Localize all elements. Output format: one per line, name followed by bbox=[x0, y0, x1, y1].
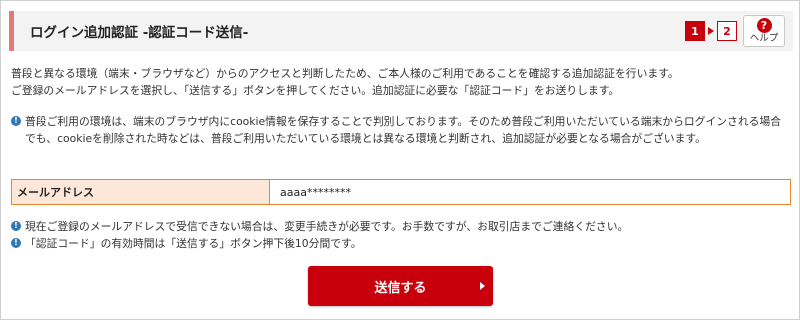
step-1-badge: 1 bbox=[685, 21, 705, 41]
info-icon: ! bbox=[11, 238, 21, 248]
email-change-notice-text: 現在ご登録のメールアドレスで受信できない場合は、変更手続きが必要です。お手数です… bbox=[25, 220, 629, 233]
email-change-notice: ! 現在ご登録のメールアドレスで受信できない場合は、変更手続きが必要です。お手数… bbox=[11, 218, 791, 235]
arrow-right-icon bbox=[480, 282, 485, 290]
info-icon: ! bbox=[11, 221, 21, 231]
step-arrow-icon bbox=[708, 27, 714, 35]
help-label: ヘルプ bbox=[749, 33, 779, 45]
expiry-notice: ! 「認証コード」の有効時間は「送信する」ボタン押下後10分間です。 bbox=[11, 235, 791, 252]
email-row: メールアドレス aaaa******** bbox=[11, 179, 791, 205]
question-icon: ? bbox=[756, 18, 772, 34]
send-button[interactable]: 送信する bbox=[308, 266, 493, 306]
expiry-notice-text: 「認証コード」の有効時間は「送信する」ボタン押下後10分間です。 bbox=[25, 237, 362, 250]
step-2-badge: 2 bbox=[717, 21, 737, 41]
email-value: aaaa******** bbox=[280, 185, 351, 199]
intro-line-2: ご登録のメールアドレスを選択し、「送信する」ボタンを押してください。追加認証に必… bbox=[11, 84, 620, 97]
email-label: メールアドレス bbox=[12, 180, 270, 204]
cookie-notice: ! 普段ご利用の環境は、端末のブラウザ内にcookie情報を保存することで判別し… bbox=[11, 113, 791, 147]
step-indicator: 1 2 bbox=[685, 20, 737, 42]
intro-text: 普段と異なる環境（端末・ブラウザなど）からのアクセスと判断したため、ご本人様のご… bbox=[11, 65, 791, 99]
auth-panel: ログイン追加認証 -認証コード送信- 1 2 ? ヘルプ 普段と異なる環境（端末… bbox=[0, 0, 800, 320]
page-header: ログイン追加認証 -認証コード送信- 1 2 ? ヘルプ bbox=[9, 11, 793, 51]
info-icon: ! bbox=[11, 116, 21, 126]
page-title: ログイン追加認証 -認証コード送信- bbox=[30, 25, 249, 41]
intro-line-1: 普段と異なる環境（端末・ブラウザなど）からのアクセスと判断したため、ご本人様のご… bbox=[11, 67, 679, 80]
cookie-notice-text: 普段ご利用の環境は、端末のブラウザ内にcookie情報を保存することで判別してお… bbox=[25, 115, 782, 145]
help-button[interactable]: ? ヘルプ bbox=[743, 15, 785, 47]
send-button-label: 送信する bbox=[374, 280, 427, 296]
